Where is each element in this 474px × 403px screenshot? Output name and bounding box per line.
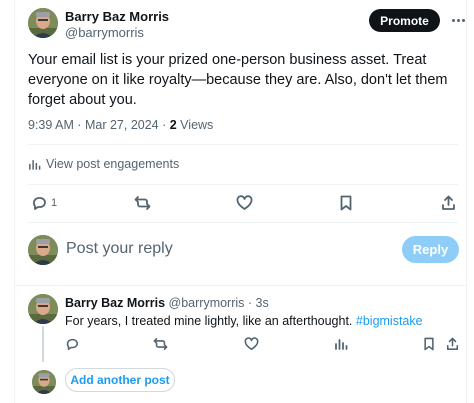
reply-analytics-action[interactable] bbox=[334, 337, 348, 351]
like-action[interactable] bbox=[236, 195, 253, 211]
author-handle[interactable]: @barrymorris bbox=[65, 25, 144, 41]
author-name[interactable]: Barry Baz Morris bbox=[65, 9, 169, 25]
analytics-icon bbox=[29, 159, 41, 170]
reply-icon bbox=[33, 197, 46, 210]
reply-bookmark-action[interactable] bbox=[423, 337, 435, 351]
add-another-post-button[interactable]: Add another post bbox=[65, 368, 175, 392]
reply-author-name[interactable]: Barry Baz Morris bbox=[65, 296, 165, 310]
views-label: Views bbox=[176, 118, 214, 132]
reply-input[interactable]: Post your reply bbox=[66, 239, 173, 259]
reply-author-avatar[interactable] bbox=[28, 294, 58, 324]
view-engagements-link[interactable]: View post engagements bbox=[28, 157, 179, 171]
views-count: 2 bbox=[169, 118, 177, 132]
divider bbox=[28, 184, 458, 185]
reply-share-action[interactable] bbox=[446, 337, 459, 351]
post-timestamp[interactable]: 9:39 AM · Mar 27, 2024 · bbox=[28, 118, 170, 132]
author-avatar[interactable] bbox=[28, 8, 58, 38]
divider bbox=[28, 222, 458, 223]
view-engagements-label: View post engagements bbox=[46, 157, 180, 171]
reply-repost-action[interactable] bbox=[153, 337, 168, 351]
divider bbox=[14, 285, 466, 286]
post-text: Your email list is your prized one-perso… bbox=[28, 52, 448, 108]
hashtag-link[interactable]: #bigmistake bbox=[356, 314, 423, 328]
divider bbox=[28, 144, 458, 145]
reply-icon bbox=[66, 338, 79, 351]
reply-text: For years, I treated mine lightly, like … bbox=[65, 313, 423, 329]
reply-header: Barry Baz Morris @barrymorris · 3s bbox=[65, 295, 269, 311]
reply-like-action[interactable] bbox=[244, 337, 259, 351]
reply-button[interactable]: Reply bbox=[402, 236, 459, 263]
add-post-avatar bbox=[32, 370, 56, 394]
thread-connector bbox=[42, 326, 44, 362]
reply-count: 1 bbox=[51, 197, 58, 209]
share-icon bbox=[442, 195, 455, 210]
share-icon bbox=[446, 337, 459, 350]
heart-icon bbox=[236, 195, 253, 210]
share-action[interactable] bbox=[441, 195, 456, 211]
reply-author-handle[interactable]: @barrymorris · 3s bbox=[165, 296, 269, 310]
post-meta: 9:39 AM · Mar 27, 2024 · 2 Views bbox=[28, 117, 213, 133]
heart-icon bbox=[244, 337, 259, 351]
bookmark-icon bbox=[424, 337, 434, 351]
repost-icon bbox=[153, 337, 168, 351]
repost-action[interactable] bbox=[134, 195, 151, 211]
reply-action[interactable]: 1 bbox=[31, 195, 57, 211]
reply-text-content: For years, I treated mine lightly, like … bbox=[65, 314, 356, 328]
analytics-icon bbox=[335, 339, 348, 350]
bookmark-icon bbox=[340, 195, 352, 211]
repost-icon bbox=[134, 196, 151, 210]
frame-border-right bbox=[466, 0, 467, 403]
composer-avatar bbox=[28, 235, 58, 265]
bookmark-action[interactable] bbox=[339, 195, 353, 211]
promote-button[interactable]: Promote bbox=[369, 9, 440, 32]
more-icon[interactable] bbox=[452, 10, 466, 30]
reply-reply-action[interactable] bbox=[65, 337, 79, 351]
frame-border-left bbox=[14, 0, 15, 403]
